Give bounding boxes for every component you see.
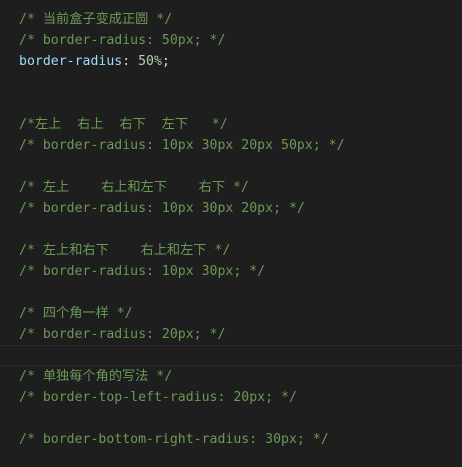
code-line[interactable]: /* 四个角一样 */ xyxy=(0,303,462,324)
code-line[interactable]: /* border-top-left-radius: 20px; */ xyxy=(0,387,462,408)
comment-text: /*左上 右上 右下 左下 */ xyxy=(19,117,228,132)
code-line[interactable] xyxy=(0,93,462,114)
comment-text: /* border-top-left-radius: 20px; */ xyxy=(19,390,297,405)
code-line[interactable]: /* border-bottom-right-radius: 30px; */ xyxy=(0,429,462,450)
code-line[interactable]: /* border-radius: 10px 30px; */ xyxy=(0,261,462,282)
code-line[interactable]: /* 左上和右下 右上和左下 */ xyxy=(0,240,462,261)
code-line[interactable]: /* 当前盒子变成正圆 */ xyxy=(0,9,462,30)
code-line[interactable] xyxy=(0,156,462,177)
comment-text: /* border-radius: 10px 30px 20px 50px; *… xyxy=(19,138,345,153)
current-line-highlight[interactable] xyxy=(0,345,462,366)
comment-text: /* border-radius: 10px 30px; */ xyxy=(19,264,266,279)
comment-text: /* 单独每个角的写法 */ xyxy=(19,369,173,384)
code-line[interactable]: /* border-radius: 10px 30px 20px 50px; *… xyxy=(0,135,462,156)
code-line[interactable]: /* border-radius: 10px 30px 20px; */ xyxy=(0,198,462,219)
css-value: 50% xyxy=(138,54,162,69)
code-line[interactable]: /* border-radius: 20px; */ xyxy=(0,324,462,345)
code-line[interactable] xyxy=(0,72,462,93)
code-line[interactable]: /* 左上 右上和左下 右下 */ xyxy=(0,177,462,198)
code-line[interactable]: border-radius: 50%; xyxy=(0,51,462,72)
comment-text: /* 左上 右上和左下 右下 */ xyxy=(19,180,249,195)
comment-text: /* border-bottom-right-radius: 30px; */ xyxy=(19,432,329,447)
comment-text: /* 四个角一样 */ xyxy=(19,306,133,321)
comment-text: /* border-radius: 20px; */ xyxy=(19,327,226,342)
code-line[interactable]: /* 单独每个角的写法 */ xyxy=(0,366,462,387)
code-lines: /* 当前盒子变成正圆 */ /* border-radius: 50px; *… xyxy=(0,9,462,450)
comment-text: /* border-radius: 10px 30px 20px; */ xyxy=(19,201,305,216)
code-line[interactable] xyxy=(0,408,462,429)
comment-text: /* 左上和右下 右上和左下 */ xyxy=(19,243,231,258)
css-property: border-radius xyxy=(19,54,123,69)
comment-text: /* 当前盒子变成正圆 */ xyxy=(19,12,173,27)
code-line[interactable] xyxy=(0,282,462,303)
code-editor[interactable]: /* 当前盒子变成正圆 */ /* border-radius: 50px; *… xyxy=(0,0,462,467)
comment-text: /* border-radius: 50px; */ xyxy=(19,33,226,48)
code-line[interactable]: /* border-radius: 50px; */ xyxy=(0,30,462,51)
code-line[interactable]: /*左上 右上 右下 左下 */ xyxy=(0,114,462,135)
css-colon: : xyxy=(122,54,139,69)
css-semicolon: ; xyxy=(161,54,170,69)
code-line[interactable] xyxy=(0,219,462,240)
